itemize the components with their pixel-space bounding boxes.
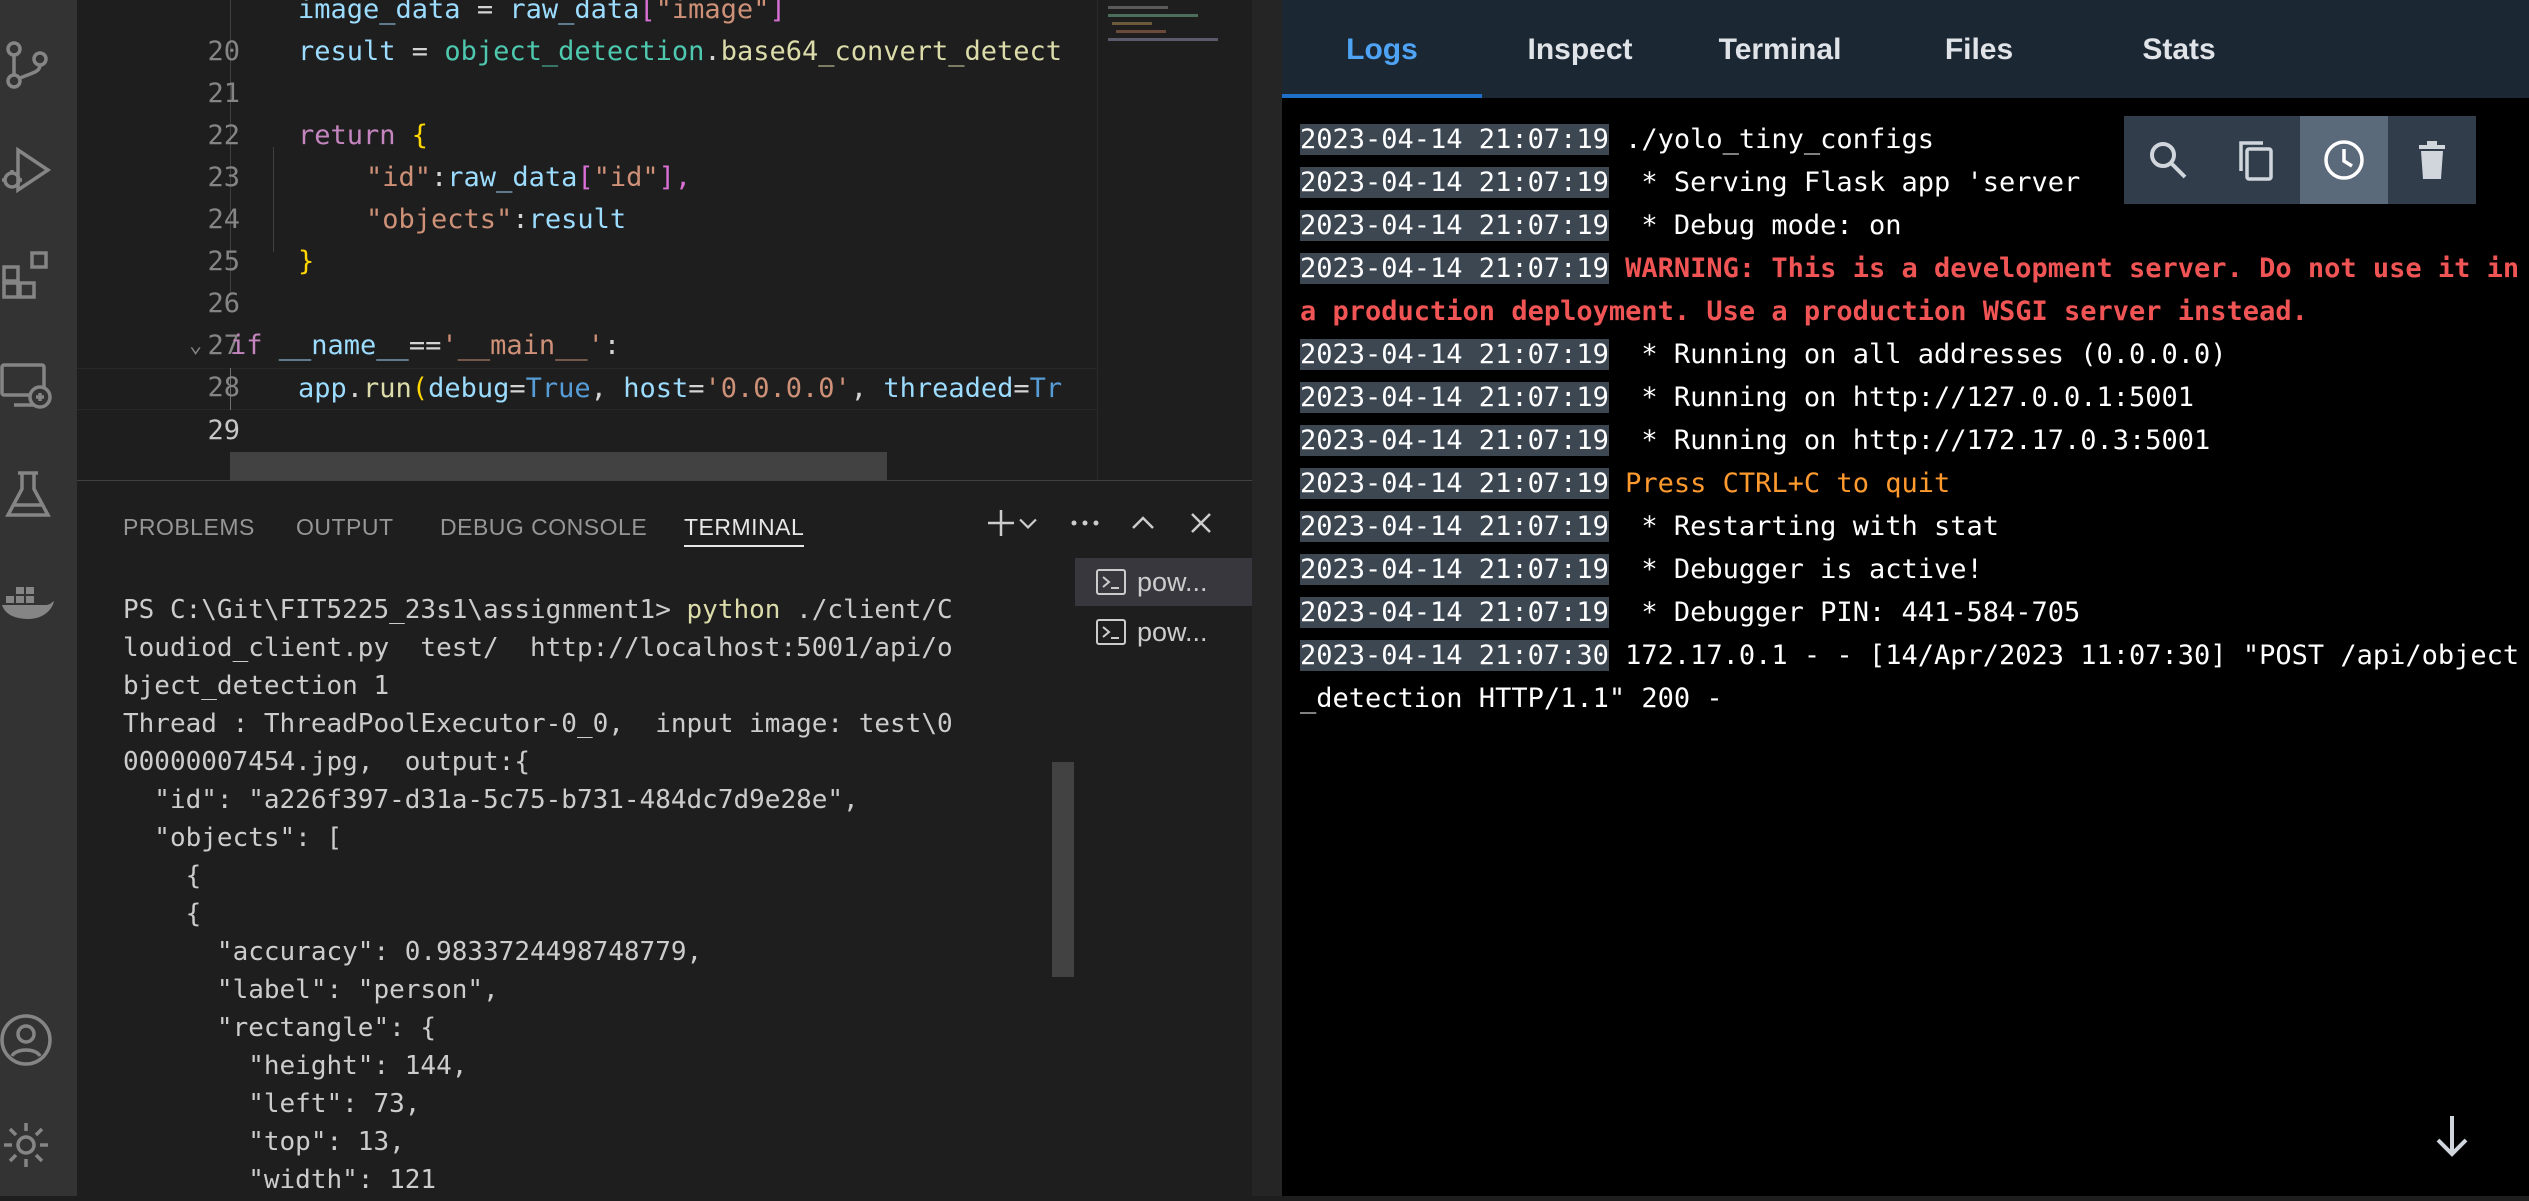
log-line: 2023-04-14 21:07:19 * Running on all add… xyxy=(1300,339,2227,370)
terminal-line: "top": 13, xyxy=(123,1127,405,1157)
tab-debug-console[interactable]: DEBUG CONSOLE xyxy=(440,507,647,547)
log-line-warning: 2023-04-14 21:07:19 WARNING: This is a d… xyxy=(1300,253,2520,327)
code-line-active: 29 app.run(debug=True, host='0.0.0.0', t… xyxy=(77,368,1097,446)
terminal-instance-1[interactable]: pow... xyxy=(1075,558,1252,606)
code-line: 20 image_data = raw_data["image"] xyxy=(77,0,1097,67)
terminal-line: "left": 73, xyxy=(123,1089,421,1119)
extensions-icon[interactable] xyxy=(0,240,77,310)
terminal-line: { xyxy=(123,861,202,891)
code-line: 26 } xyxy=(77,241,1097,319)
code-line: 23 return { xyxy=(77,115,1097,193)
terminal-line: "rectangle": { xyxy=(123,1013,437,1043)
terminal-line: "objects": [ xyxy=(123,823,343,853)
tab-inspect[interactable]: Inspect xyxy=(1480,0,1680,98)
tab-problems[interactable]: PROBLEMS xyxy=(123,507,255,547)
tab-terminal[interactable]: Terminal xyxy=(1680,0,1880,98)
terminal-line: "height": 144, xyxy=(123,1051,468,1081)
terminal-output[interactable]: PS C:\Git\FIT5225_23s1\assignment1> pyth… xyxy=(123,591,1103,1201)
log-line: 2023-04-14 21:07:19 * Debug mode: on xyxy=(1300,210,1902,241)
timestamp-clock-icon[interactable] xyxy=(2300,116,2388,204)
terminal-line: bject_detection 1 xyxy=(123,671,390,701)
terminal-instance-2[interactable]: pow... xyxy=(1075,608,1252,656)
terminal-line: Thread : ThreadPoolExecutor-0_0, input i… xyxy=(123,709,953,739)
terminal-line: "label": "person", xyxy=(123,975,499,1005)
fold-chevron-icon[interactable]: ⌄ xyxy=(189,325,202,367)
terminal-line: PS C:\Git\FIT5225_23s1\assignment1> pyth… xyxy=(123,595,953,625)
log-line: 2023-04-14 21:07:19 * Debugger is active… xyxy=(1300,554,1983,585)
terminal-line: { xyxy=(123,899,202,929)
maximize-panel-chevron-up-icon[interactable] xyxy=(1121,501,1165,545)
remote-explorer-icon[interactable] xyxy=(0,350,77,420)
powershell-terminal-icon xyxy=(1096,569,1126,595)
terminal-line: 00000007454.jpg, output:{ xyxy=(123,747,530,777)
close-panel-icon[interactable] xyxy=(1179,501,1223,545)
editor-horizontal-scrollbar[interactable] xyxy=(230,452,887,480)
code-line: 21 result = object_detection.base64_conv… xyxy=(77,31,1097,109)
docker-icon[interactable] xyxy=(0,565,77,635)
delete-icon[interactable] xyxy=(2388,116,2476,204)
search-icon[interactable] xyxy=(2124,116,2212,204)
tab-output[interactable]: OUTPUT xyxy=(296,507,394,547)
code-editor[interactable]: 20 image_data = raw_data["image"] 21 res… xyxy=(77,0,1252,480)
terminal-list: pow... pow... xyxy=(1075,558,1252,1196)
log-line: 2023-04-14 21:07:19 * Debugger PIN: 441-… xyxy=(1300,597,2081,628)
logs-output[interactable]: 2023-04-14 21:07:19 ./yolo_tiny_configs … xyxy=(1300,118,2520,1178)
log-line: 2023-04-14 21:07:19 * Restarting with st… xyxy=(1300,511,1999,542)
run-debug-icon[interactable] xyxy=(0,135,77,205)
log-line: 2023-04-14 21:07:19 * Running on http://… xyxy=(1300,425,2211,456)
account-icon[interactable] xyxy=(0,1005,77,1075)
code-line: 27 xyxy=(77,283,1097,361)
activity-bar xyxy=(0,0,77,1196)
code-line: 24 "id":raw_data["id"], xyxy=(77,157,1097,235)
panel-tab-bar: PROBLEMS OUTPUT DEBUG CONSOLE TERMINAL xyxy=(77,481,1252,561)
terminal-dropdown-chevron-icon[interactable] xyxy=(1013,501,1043,545)
terminal-line: "accuracy": 0.9833724498748779, xyxy=(123,937,703,967)
tab-terminal[interactable]: TERMINAL xyxy=(684,507,805,547)
logs-toolbar xyxy=(2124,116,2476,204)
log-line: 2023-04-14 21:07:19 Press CTRL+C to quit xyxy=(1300,468,1951,499)
line-number: 29 xyxy=(207,415,241,446)
scroll-to-bottom-arrow-icon[interactable] xyxy=(2424,1108,2480,1164)
powershell-terminal-icon xyxy=(1096,619,1126,645)
tab-stats[interactable]: Stats xyxy=(2079,0,2279,98)
more-actions-ellipsis-icon[interactable] xyxy=(1063,501,1107,545)
tab-logs[interactable]: Logs xyxy=(1282,0,1482,98)
code-line: 25 "objects":result xyxy=(77,199,1097,277)
code-line: 22 xyxy=(77,73,1097,151)
code-line: 28 ⌄ if __name__=='__main__': xyxy=(77,325,1097,403)
window-divider[interactable] xyxy=(1252,0,1282,1196)
terminal-line: "id": "a226f397-d31a-5c75-b731-484dc7d9e… xyxy=(123,785,859,815)
minimap[interactable] xyxy=(1097,0,1237,480)
terminal-scrollbar[interactable] xyxy=(1052,762,1074,977)
terminal-line: loudiod_client.py test/ http://localhost… xyxy=(123,633,953,663)
log-line: 2023-04-14 21:07:30 172.17.0.1 - - [14/A… xyxy=(1300,640,2520,714)
manage-gear-icon[interactable] xyxy=(0,1110,77,1180)
log-line: 2023-04-14 21:07:19 * Running on http://… xyxy=(1300,382,2195,413)
testing-icon[interactable] xyxy=(0,460,77,530)
tab-files[interactable]: Files xyxy=(1879,0,2079,98)
logs-tab-bar: Logs Inspect Terminal Files Stats xyxy=(1282,0,2529,98)
terminal-line: "width": 121 xyxy=(123,1165,437,1195)
source-control-icon[interactable] xyxy=(0,30,77,100)
copy-icon[interactable] xyxy=(2212,116,2300,204)
